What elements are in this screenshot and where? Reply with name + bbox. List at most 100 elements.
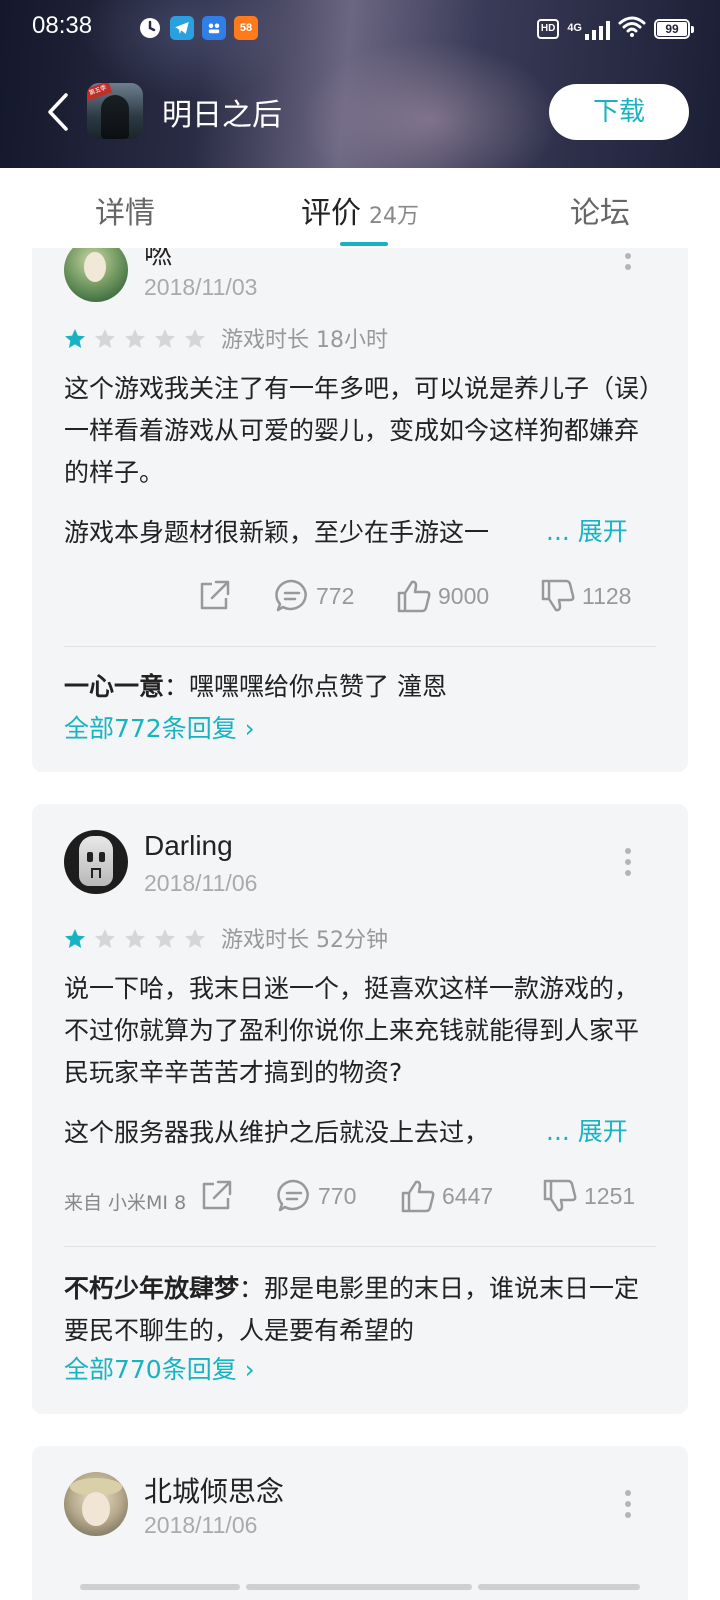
telegram-icon [170, 16, 194, 40]
comment-button[interactable]: 772 [274, 578, 354, 614]
back-button[interactable] [38, 86, 78, 138]
share-button[interactable] [198, 1178, 234, 1214]
thumbs-up-icon [401, 1180, 435, 1213]
reply-text: ：嘿嘿嘿给你点赞了 潼恩 [164, 672, 447, 701]
comment-icon [277, 1179, 309, 1212]
review-list[interactable]: 嘫 2018/11/03 游戏时长 18小时 这个游戏我关注了有一年多吧，可以说… [0, 248, 720, 1600]
signal-icon: 4G [567, 18, 610, 40]
tab-forum[interactable]: 论坛 [570, 188, 630, 232]
star-empty-icon [125, 929, 145, 948]
all-replies-link[interactable]: 全部770条回复 › [64, 1350, 255, 1386]
like-button[interactable]: 6447 [400, 1178, 493, 1214]
download-button[interactable]: 下载 [549, 84, 689, 140]
network-type: 4G [567, 22, 582, 34]
avatar-face [82, 1492, 110, 1526]
battery-icon: 99 [654, 19, 694, 39]
avatar-face [84, 252, 106, 282]
comment-icon [275, 579, 307, 612]
review-card: 嘫 2018/11/03 游戏时长 18小时 这个游戏我关注了有一年多吧，可以说… [32, 248, 688, 772]
battery-level: 99 [665, 22, 679, 36]
thumbs-down-icon [541, 579, 575, 612]
avatar[interactable] [64, 830, 128, 894]
tab-detail[interactable]: 详情 [95, 188, 155, 232]
image-strip-placeholder [246, 1584, 472, 1590]
avatar[interactable] [64, 248, 128, 302]
tab-active-indicator [340, 242, 388, 246]
share-icon [200, 580, 230, 610]
image-strip-placeholder [80, 1584, 240, 1590]
more-options-button[interactable] [620, 1486, 636, 1522]
tab-reviews-label: 评价 [301, 196, 361, 231]
review-card: Darling 2018/11/06 游戏时长 52分钟 说一下哈，我末日迷一个… [32, 804, 688, 1414]
clock-icon [138, 16, 162, 40]
top-reply: 不朽少年放肆梦：那是电影里的末日，谁说末日一定要民不聊生的，人是要有希望的 [64, 1268, 656, 1352]
app-header: 08:38 58 HD 4G 99 第五季 明日之后 下载 [0, 0, 720, 168]
avatar[interactable] [64, 1472, 128, 1536]
app-bar: 第五季 明日之后 下载 [0, 56, 720, 168]
review-date: 2018/11/06 [144, 870, 258, 896]
review-username[interactable]: Darling [144, 830, 233, 862]
hd-icon: HD [536, 19, 560, 39]
review-body: 这个游戏我关注了有一年多吧，可以说是养儿子（误）一样看着游戏从可爱的婴儿，变成如… [64, 374, 652, 487]
app-icon [202, 16, 226, 40]
thumbs-up-icon [397, 580, 431, 613]
expand-link[interactable]: ... 展开 [546, 1112, 628, 1148]
device-label: 来自 小米MI 8 [64, 1192, 187, 1214]
star-empty-icon [95, 329, 115, 348]
review-date: 2018/11/06 [144, 1512, 258, 1538]
playtime-label: 游戏时长 18小时 [221, 328, 388, 353]
system-icons: HD 4G 99 [536, 16, 694, 42]
tab-reviews-count: 24万 [369, 204, 419, 229]
comment-count: 770 [318, 1182, 357, 1209]
status-time: 08:38 [32, 12, 93, 39]
image-strip-placeholder [478, 1584, 640, 1590]
playtime-label: 游戏时长 52分钟 [221, 928, 388, 953]
chevron-left-icon [48, 93, 68, 131]
notification-icons: 58 [138, 16, 258, 40]
share-icon [202, 1180, 232, 1210]
all-replies-link[interactable]: 全部772条回复 › [64, 708, 255, 750]
avatar-mask [79, 836, 113, 886]
dislike-count: 1251 [584, 1182, 636, 1209]
star-empty-icon [95, 929, 115, 948]
star-rating [64, 928, 206, 950]
top-reply: 一心一意：嘿嘿嘿给你点赞了 潼恩 [64, 666, 656, 708]
star-empty-icon [185, 929, 205, 948]
review-username[interactable]: 北城倾思念 [144, 1470, 284, 1510]
wifi-icon [618, 16, 646, 42]
comment-count: 772 [316, 582, 355, 609]
like-button[interactable]: 9000 [396, 578, 489, 614]
like-count: 9000 [438, 582, 490, 609]
app-icon-image: 第五季 [87, 83, 143, 139]
more-options-button[interactable] [620, 844, 636, 880]
58-app-icon: 58 [234, 16, 258, 40]
star-rating [64, 328, 206, 350]
star-filled-icon [65, 929, 85, 948]
status-bar: 08:38 58 HD 4G 99 [0, 0, 720, 56]
app-title: 明日之后 [162, 98, 282, 133]
star-filled-icon [65, 329, 85, 348]
dislike-count: 1128 [582, 582, 632, 609]
review-username[interactable]: 嘫 [144, 248, 172, 272]
review-card: 北城倾思念 2018/11/06 [32, 1446, 688, 1600]
review-date: 2018/11/03 [144, 274, 258, 300]
tab-bar: 详情 评价 24万 论坛 [0, 168, 720, 248]
dislike-button[interactable]: 1128 [540, 578, 631, 614]
star-empty-icon [125, 329, 145, 348]
review-body: 说一下哈，我末日迷一个，挺喜欢这样一款游戏的，不过你就算为了盈利你说你上来充钱就… [64, 974, 640, 1087]
expand-link[interactable]: ... 展开 [546, 512, 628, 548]
dislike-button[interactable]: 1251 [542, 1178, 635, 1214]
divider [64, 1246, 656, 1247]
share-button[interactable] [196, 578, 232, 614]
tab-reviews[interactable]: 评价 24万 [301, 188, 419, 232]
star-empty-icon [185, 329, 205, 348]
reply-username[interactable]: 不朽少年放肆梦 [64, 1274, 239, 1303]
reply-username[interactable]: 一心一意 [64, 672, 164, 701]
star-empty-icon [155, 929, 175, 948]
comment-button[interactable]: 770 [276, 1178, 356, 1214]
divider [64, 646, 656, 647]
more-options-button[interactable] [620, 248, 636, 274]
app-icon-figure [101, 95, 129, 139]
thumbs-down-icon [543, 1179, 577, 1212]
like-count: 6447 [442, 1182, 494, 1209]
